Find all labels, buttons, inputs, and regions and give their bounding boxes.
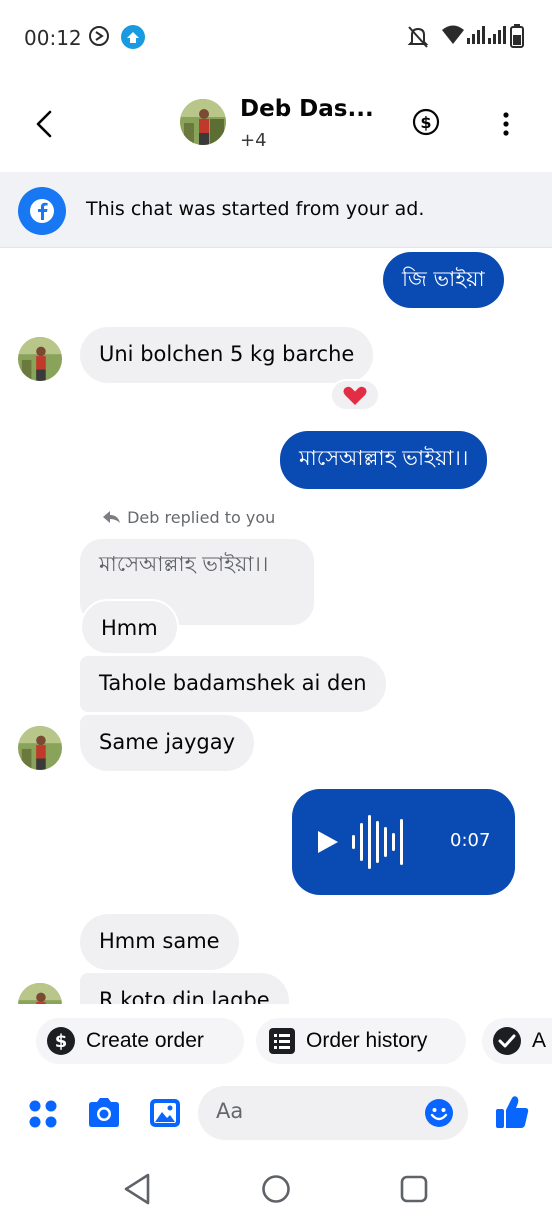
order-history-label: Order history	[306, 1029, 428, 1052]
nav-recents-icon[interactable]	[399, 1174, 429, 1204]
dollar-circle-icon: $	[47, 1027, 75, 1055]
apps-grid-icon[interactable]	[28, 1099, 58, 1129]
nav-back-icon[interactable]	[122, 1172, 152, 1206]
outgoing-message[interactable]: জি ভাইয়া	[383, 252, 504, 308]
ad-banner: This chat was started from your ad.	[0, 172, 552, 248]
waveform-icon	[352, 815, 403, 869]
participants-count: +4	[240, 130, 267, 151]
emoji-icon[interactable]	[424, 1098, 454, 1128]
nav-home-icon[interactable]	[261, 1174, 291, 1204]
chat-header: Deb Das... +4 $	[0, 76, 552, 172]
message-text: Hmm same	[99, 929, 220, 953]
voice-duration: 0:07	[450, 830, 491, 851]
contact-name[interactable]: Deb Das...	[240, 96, 374, 122]
status-bar: 00:12	[0, 0, 552, 76]
heart-reaction[interactable]	[330, 379, 380, 411]
order-history-button[interactable]: Order history	[256, 1018, 466, 1064]
banner-text: This chat was started from your ad.	[86, 198, 425, 220]
check-circle-icon	[493, 1027, 521, 1055]
message-text: Uni bolchen 5 kg barche	[99, 342, 355, 366]
avatar[interactable]	[18, 337, 62, 381]
outgoing-message[interactable]: মাসেআল্লাহ ভাইয়া।।	[280, 431, 488, 489]
incoming-message[interactable]: Tahole badamshek ai den	[80, 656, 386, 712]
reply-indicator: Deb replied to you	[102, 508, 275, 527]
message-composer: Aa	[0, 1077, 552, 1149]
quick-action-label: A	[532, 1029, 547, 1052]
wifi-icon	[442, 25, 464, 44]
incoming-message[interactable]: Uni bolchen 5 kg barche	[80, 327, 374, 383]
more-vertical-icon[interactable]	[494, 110, 518, 138]
message-text: জি ভাইয়া	[402, 267, 485, 291]
avatar[interactable]	[18, 726, 62, 770]
svg-text:$: $	[55, 1031, 68, 1052]
app-notification-icon	[121, 25, 145, 49]
gallery-icon[interactable]	[148, 1097, 182, 1129]
system-nav-bar	[0, 1150, 552, 1227]
incoming-message[interactable]: Same jaygay	[80, 715, 255, 771]
status-time: 00:12	[24, 26, 82, 50]
play-icon[interactable]	[316, 829, 340, 855]
message-text: R koto din lagbe	[99, 988, 270, 1004]
quick-actions-bar: $ Create order Order history A	[0, 1005, 552, 1077]
quick-action-button[interactable]: A	[482, 1018, 552, 1064]
message-text: মাসেআল্লাহ ভাইয়া।।	[299, 446, 469, 470]
avatar[interactable]	[18, 983, 62, 1004]
whatsapp-call-icon	[89, 26, 109, 46]
message-input[interactable]: Aa	[198, 1086, 468, 1140]
camera-icon[interactable]	[86, 1097, 122, 1129]
reply-label: Deb replied to you	[127, 508, 276, 527]
avatar[interactable]	[180, 99, 226, 145]
incoming-message[interactable]: R koto din lagbe	[80, 973, 289, 1004]
message-text: Same jaygay	[99, 730, 236, 754]
incoming-message[interactable]: Hmm same	[80, 914, 239, 970]
facebook-icon	[18, 187, 66, 235]
signal-icon	[467, 26, 506, 44]
battery-icon	[510, 24, 524, 48]
heart-icon	[343, 386, 367, 405]
svg-text:$: $	[420, 113, 431, 132]
thumbs-up-icon[interactable]	[494, 1093, 530, 1131]
message-list[interactable]: জি ভাইয়া Uni bolchen 5 kg barche মাসেআল…	[0, 249, 552, 1004]
reply-arrow-icon	[103, 511, 120, 523]
incoming-message[interactable]: Hmm	[80, 599, 179, 655]
back-arrow-icon[interactable]	[28, 104, 62, 144]
quoted-text: মাসেআল্লাহ ভাইয়া।।	[99, 552, 269, 576]
bell-off-icon	[407, 26, 429, 48]
message-text: Tahole badamshek ai den	[99, 671, 367, 695]
message-text: Hmm	[101, 616, 158, 640]
create-order-label: Create order	[86, 1029, 204, 1052]
create-order-button[interactable]: $ Create order	[36, 1018, 244, 1064]
message-input-placeholder: Aa	[216, 1099, 244, 1123]
dollar-icon[interactable]: $	[412, 108, 440, 136]
voice-message[interactable]: 0:07	[292, 789, 515, 895]
receipt-list-icon	[269, 1028, 295, 1054]
